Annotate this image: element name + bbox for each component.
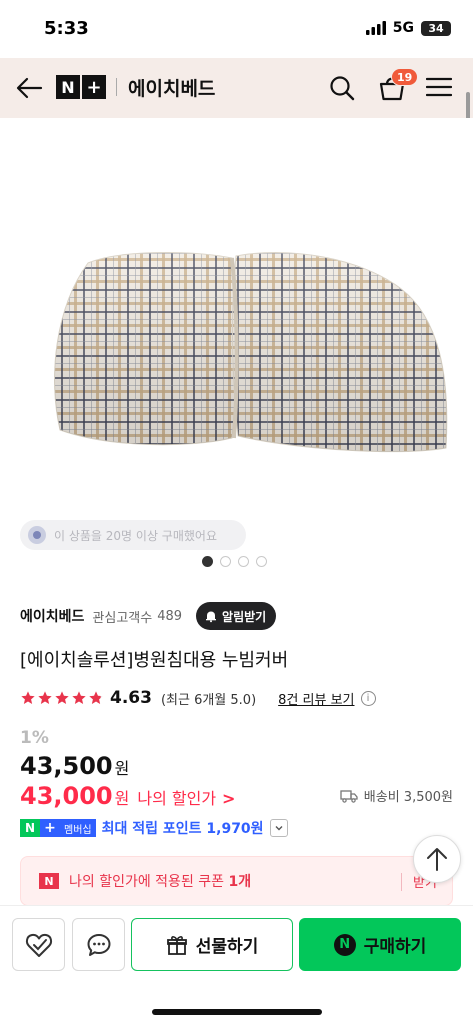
alarm-subscribe-button[interactable]: 알림받기	[196, 602, 277, 630]
carousel-dot[interactable]	[202, 556, 213, 567]
original-price-unit: 원	[114, 759, 130, 778]
coupon-text-prefix: 나의 할인가에 적용된 쿠폰	[69, 874, 225, 890]
signal-icon	[365, 21, 386, 35]
shipping-fee: 배송비 3,500원	[340, 786, 453, 805]
home-indicator	[152, 1009, 322, 1015]
chevron-right-icon: >	[222, 789, 236, 808]
search-icon[interactable]	[328, 74, 356, 102]
seller-name[interactable]: 에이치베드	[20, 606, 84, 626]
original-price-value: 43,500	[20, 752, 113, 780]
max-points-text: 최대 적립 포인트 1,970원	[101, 821, 264, 837]
my-price-value: 43,000	[20, 782, 113, 810]
naver-plus-logo[interactable]: N +	[56, 75, 106, 99]
status-bar: 5:33 5G 34	[0, 0, 473, 58]
follower-label: 관심고객수	[92, 610, 153, 626]
product-image[interactable]	[0, 118, 473, 573]
star-icon	[21, 691, 35, 704]
status-indicators: 5G 34	[365, 20, 451, 36]
membership-n-badge: N	[20, 819, 40, 837]
gift-icon	[166, 935, 187, 955]
star-icon	[38, 691, 52, 704]
back-arrow-icon[interactable]	[14, 74, 44, 102]
info-icon[interactable]: i	[360, 690, 376, 706]
original-price: 43,500 원	[20, 752, 129, 780]
my-price-label: 나의 할인가	[137, 789, 217, 808]
rating-value: 4.63	[110, 688, 152, 708]
header-divider	[116, 78, 117, 96]
my-price-unit: 원	[114, 789, 130, 808]
seller-info: 에이치베드 관심고객수 489 알림받기	[20, 601, 460, 631]
logo-n: N	[56, 75, 80, 99]
star-icon	[72, 691, 86, 704]
star-icon	[55, 691, 69, 704]
follower-count: 489	[157, 608, 183, 624]
talk-button[interactable]	[72, 918, 125, 971]
gift-button[interactable]: 선물하기	[131, 918, 293, 971]
chat-bubble-icon	[87, 933, 110, 956]
alarm-label: 알림받기	[222, 609, 267, 624]
image-carousel-dots	[202, 556, 267, 567]
logo-plus: +	[82, 75, 106, 99]
network-label: 5G	[392, 20, 414, 36]
coupon-divider	[401, 873, 402, 891]
rating-note: (최근 6개월 5.0)	[160, 692, 257, 708]
coupon-banner[interactable]: N 나의 할인가에 적용된 쿠폰 1개 받기	[20, 856, 453, 906]
star-half-icon	[89, 691, 103, 704]
coupon-text: 나의 할인가에 적용된 쿠폰 1개	[69, 871, 251, 891]
my-discount-price[interactable]: 43,000 원 나의 할인가 >	[20, 782, 235, 810]
status-time: 5:33	[44, 18, 89, 39]
carousel-dot[interactable]	[256, 556, 267, 567]
rating-row: 4.63 (최근 6개월 5.0) 8건 리뷰 보기 i	[20, 686, 376, 710]
review-link[interactable]: 8건 리뷰 보기	[278, 689, 354, 708]
purchase-count-notice: 이 상품을 20명 이상 구매했어요	[20, 520, 246, 550]
chevron-down-icon[interactable]	[269, 819, 288, 837]
product-title: [에이치솔루션]병원침대용 누빔커버	[20, 650, 289, 671]
top-nav-bar: N + 에이치베드 19	[0, 58, 473, 118]
gift-label: 선물하기	[195, 937, 259, 957]
heart-check-icon	[25, 933, 52, 957]
mattress-cover-illustration	[54, 252, 448, 453]
truck-icon	[340, 789, 358, 803]
cart-count-badge: 19	[391, 68, 419, 86]
membership-points-row[interactable]: N + 멤버십 최대 적립 포인트 1,970원	[20, 818, 288, 838]
shipping-fee-text: 배송비 3,500원	[363, 790, 453, 805]
wishlist-button[interactable]	[12, 918, 65, 971]
naver-pay-n-icon: N	[333, 933, 356, 956]
membership-label: 멤버십	[60, 819, 96, 837]
buy-label: 구매하기	[363, 937, 427, 957]
membership-plus-badge: +	[40, 819, 60, 837]
rating-stars	[20, 690, 104, 706]
buy-button[interactable]: N 구매하기	[299, 918, 461, 971]
arrow-up-icon	[427, 848, 447, 871]
store-name[interactable]: 에이치베드	[128, 74, 215, 101]
menu-icon[interactable]	[426, 75, 452, 99]
notice-icon	[28, 526, 46, 544]
bottom-action-bar: 선물하기 N 구매하기	[0, 905, 473, 1024]
coupon-n-badge: N	[39, 873, 59, 889]
carousel-dot[interactable]	[238, 556, 249, 567]
battery-icon: 34	[421, 20, 451, 36]
purchase-notice-text: 이 상품을 20명 이상 구매했어요	[54, 528, 218, 543]
carousel-dot[interactable]	[220, 556, 231, 567]
discount-rate: 1%	[20, 728, 49, 748]
scroll-to-top-button[interactable]	[413, 835, 461, 883]
coupon-count: 1개	[228, 874, 252, 890]
bell-plus-icon	[206, 611, 217, 623]
